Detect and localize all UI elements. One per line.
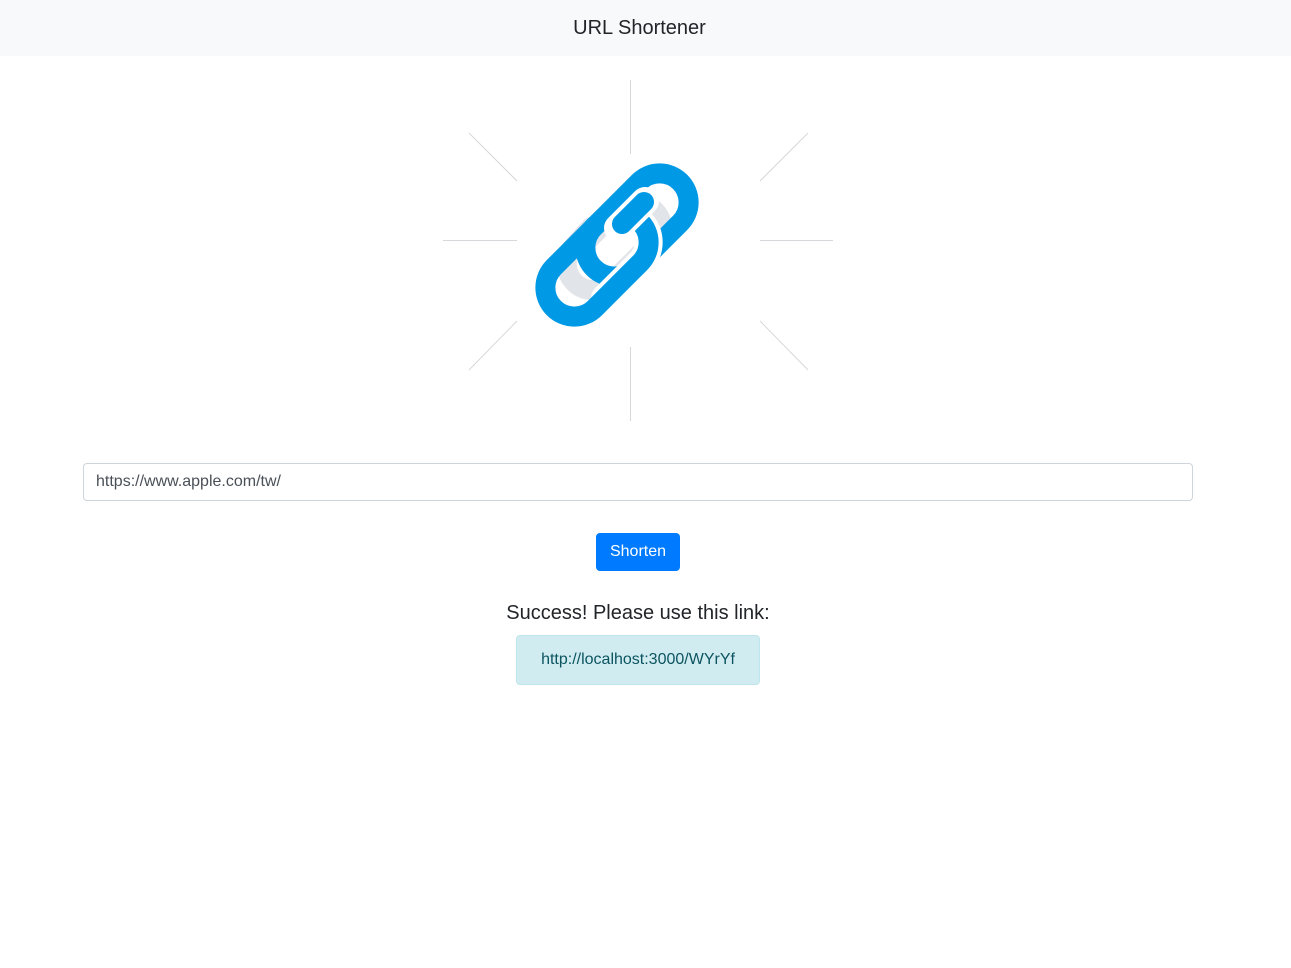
link-chain-icon (443, 80, 833, 421)
result-alert: http://localhost:3000/WYrYf (516, 635, 760, 685)
short-link[interactable]: http://localhost:3000/WYrYf (541, 651, 735, 669)
url-input[interactable] (83, 463, 1193, 501)
shorten-button[interactable]: Shorten (596, 533, 680, 571)
page-title: URL Shortener (573, 16, 706, 39)
logo (440, 78, 836, 424)
navbar: URL Shortener (0, 0, 1291, 56)
success-heading: Success! Please use this link: (506, 602, 770, 624)
